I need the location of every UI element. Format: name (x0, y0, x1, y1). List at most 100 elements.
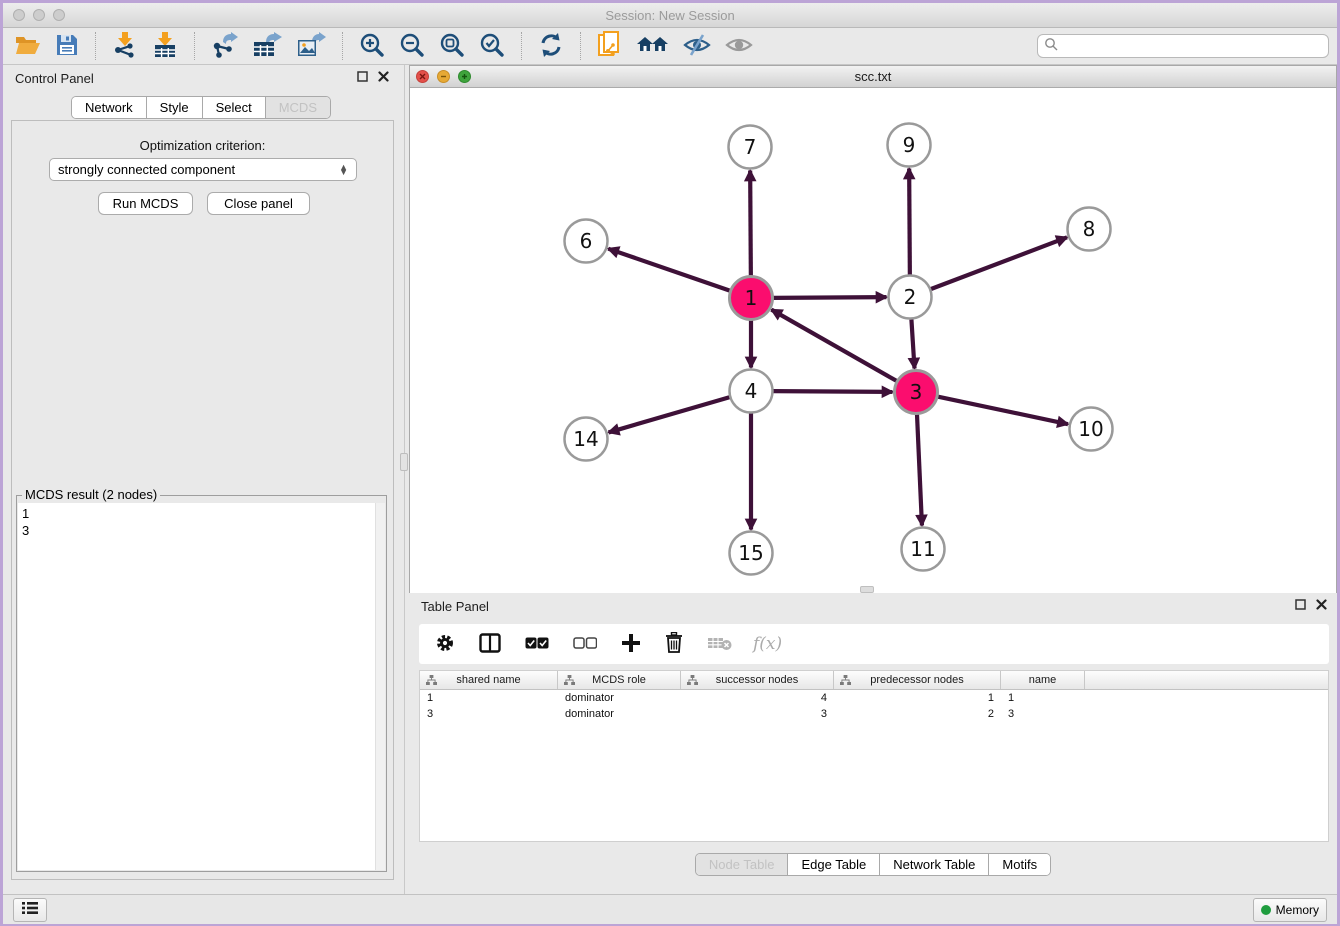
column-header-predecessor-nodes[interactable]: predecessor nodes (834, 671, 1001, 689)
zoom-selected-button[interactable] (475, 30, 509, 63)
table-row[interactable]: 1dominator411 (420, 690, 1328, 706)
graph-edge-4-3[interactable] (773, 391, 892, 392)
zoom-in-button[interactable] (355, 30, 389, 63)
memory-status-icon (1261, 905, 1271, 915)
export-table-icon (252, 32, 282, 61)
show-columns-button[interactable] (475, 631, 505, 658)
import-table-button[interactable] (148, 30, 182, 63)
tab-network-table[interactable]: Network Table (879, 854, 988, 875)
graph-node-label: 10 (1078, 417, 1103, 441)
function-builder-button[interactable]: f(x) (753, 634, 782, 654)
float-panel-icon[interactable] (1295, 597, 1306, 615)
import-network-button[interactable] (108, 30, 142, 63)
table-panel: Table Panel (409, 593, 1337, 894)
zoom-out-button[interactable] (395, 30, 429, 63)
export-image-button[interactable] (292, 30, 330, 63)
graph-edge-1-6[interactable] (608, 249, 730, 291)
network-canvas[interactable]: 7 9 6 8 1 2 4 3 14 10 15 11 (410, 88, 1336, 593)
column-header-name[interactable]: name (1001, 671, 1085, 689)
splitter-handle[interactable] (400, 453, 408, 471)
search-field[interactable] (1037, 34, 1329, 58)
close-panel-icon[interactable] (378, 69, 389, 87)
graph-edge-1-7[interactable] (750, 170, 751, 275)
tab-select[interactable]: Select (202, 97, 265, 118)
zoom-in-icon (359, 32, 385, 61)
vertical-splitter[interactable] (399, 65, 409, 894)
graph-node-4[interactable]: 4 (730, 370, 773, 413)
table-settings-button[interactable] (431, 631, 459, 658)
columns-icon (479, 633, 501, 656)
graph-edge-3-1[interactable] (771, 310, 896, 381)
float-panel-icon[interactable] (357, 69, 368, 87)
select-all-icon (525, 637, 549, 652)
clone-network-button[interactable] (593, 29, 627, 64)
graph-node-label: 8 (1083, 217, 1096, 241)
network-window-titlebar[interactable]: scc.txt (410, 66, 1336, 88)
ui-settings-button[interactable] (13, 898, 47, 922)
graph-node-label: 4 (745, 379, 758, 403)
table-cell: 2 (834, 706, 1001, 722)
graph-edge-3-10[interactable] (938, 397, 1068, 424)
graph-node-3[interactable]: 3 (895, 371, 938, 414)
graph-node-11[interactable]: 11 (902, 528, 945, 571)
graph-node-6[interactable]: 6 (565, 220, 608, 263)
graph-node-1[interactable]: 1 (730, 277, 773, 320)
copy-network-icon (597, 31, 623, 62)
close-panel-button[interactable]: Close panel (207, 192, 310, 215)
memory-button[interactable]: Memory (1253, 898, 1327, 922)
optimization-criterion-label: Optimization criterion: (12, 138, 393, 153)
zoom-fit-button[interactable] (435, 30, 469, 63)
export-network-icon (211, 32, 238, 61)
save-session-button[interactable] (51, 31, 83, 62)
graph-edge-1-2[interactable] (773, 297, 886, 298)
export-table-button[interactable] (248, 30, 286, 63)
tab-network[interactable]: Network (72, 97, 146, 118)
run-mcds-button[interactable]: Run MCDS (98, 192, 193, 215)
graph-node-15[interactable]: 15 (730, 532, 773, 575)
select-stepper-icon: ▲▼ (339, 165, 348, 175)
graph-node-10[interactable]: 10 (1070, 408, 1113, 451)
graph-node-2[interactable]: 2 (889, 276, 932, 319)
zoom-out-icon (399, 32, 425, 61)
close-panel-icon[interactable] (1316, 597, 1327, 615)
graph-node-8[interactable]: 8 (1068, 208, 1111, 251)
graph-edge-2-9[interactable] (909, 168, 910, 274)
graph-node-9[interactable]: 9 (888, 124, 931, 167)
table-cell: 3 (681, 706, 834, 722)
apply-layout-button[interactable] (534, 30, 568, 63)
horizontal-splitter-handle[interactable] (860, 586, 874, 593)
show-all-button[interactable] (721, 31, 757, 62)
tab-edge-table[interactable]: Edge Table (787, 854, 879, 875)
graph-edge-2-8[interactable] (931, 237, 1067, 289)
tab-node-table[interactable]: Node Table (696, 854, 788, 875)
graph-edge-2-3[interactable] (911, 319, 914, 368)
select-all-rows-button[interactable] (521, 635, 553, 654)
eye-icon (725, 33, 753, 60)
delete-column-button[interactable] (661, 630, 687, 658)
mcds-result-list[interactable]: 1 3 (18, 503, 385, 870)
create-column-button[interactable] (617, 631, 645, 658)
search-input[interactable] (1062, 39, 1322, 53)
toolbar-separator (580, 32, 581, 60)
delete-table-button[interactable] (703, 633, 737, 656)
first-neighbors-button[interactable] (633, 31, 673, 62)
plus-icon (621, 633, 641, 656)
deselect-all-rows-button[interactable] (569, 635, 601, 654)
hide-selected-button[interactable] (679, 31, 715, 62)
graph-node-7[interactable]: 7 (729, 126, 772, 169)
graph-node-14[interactable]: 14 (565, 418, 608, 461)
column-header-shared-name[interactable]: shared name (420, 671, 558, 689)
criterion-select[interactable]: strongly connected component ▲▼ (49, 158, 357, 181)
graph-edge-4-14[interactable] (609, 397, 730, 432)
open-session-button[interactable] (11, 32, 45, 61)
graph-node-label: 11 (910, 537, 935, 561)
column-header-MCDS-role[interactable]: MCDS role (558, 671, 681, 689)
result-scrollbar[interactable] (375, 503, 385, 870)
export-network-button[interactable] (207, 30, 242, 63)
column-header-successor-nodes[interactable]: successor nodes (681, 671, 834, 689)
tab-motifs[interactable]: Motifs (988, 854, 1050, 875)
tab-mcds[interactable]: MCDS (265, 97, 330, 118)
graph-edge-3-11[interactable] (917, 414, 922, 525)
table-row[interactable]: 3dominator323 (420, 706, 1328, 722)
tab-style[interactable]: Style (146, 97, 202, 118)
